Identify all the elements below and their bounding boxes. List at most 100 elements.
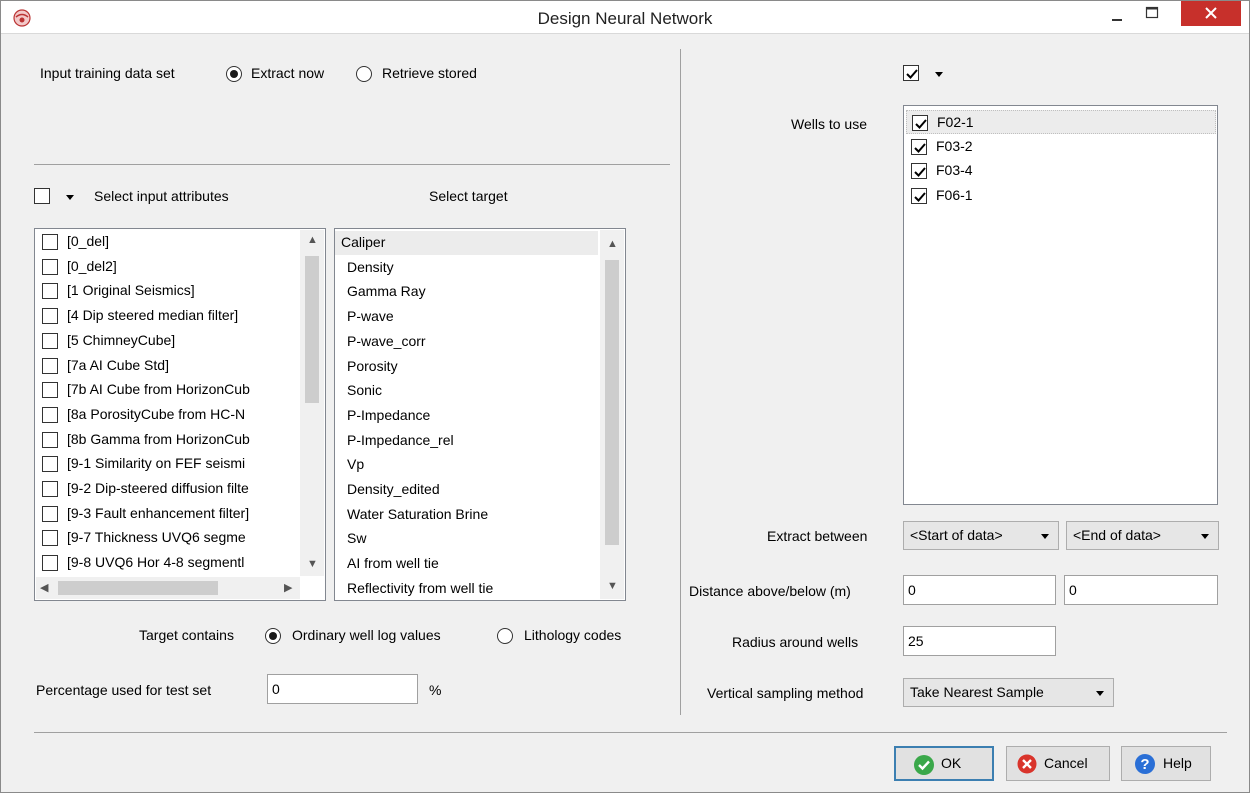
target-list-item[interactable]: Caliper (335, 231, 598, 255)
attribute-checkbox[interactable] (42, 530, 58, 547)
attribute-list-item[interactable]: [9-1 Similarity on FEF seismi (35, 452, 299, 476)
attribute-checkbox[interactable] (42, 456, 58, 473)
attribute-label: [0_del] (67, 233, 110, 249)
attribute-list-item[interactable]: [9-3 Fault enhancement filter] (35, 502, 299, 526)
extract-now-label[interactable]: Extract now (251, 65, 324, 81)
attribute-list-item[interactable]: [5 ChimneyCube] (35, 329, 299, 353)
attribute-list-item[interactable]: [4 Dip steered median filter] (35, 304, 299, 328)
attribute-list-item[interactable]: [8a PorosityCube from HC-N (35, 403, 299, 427)
well-checkbox[interactable] (911, 138, 927, 155)
attribute-checkbox[interactable] (42, 308, 58, 325)
target-list-item[interactable]: P-Impedance (341, 404, 604, 428)
well-list-item[interactable]: F03-2 (906, 135, 1216, 159)
select-menu-caret-icon[interactable] (66, 195, 74, 200)
wells-menu-caret-icon[interactable] (935, 72, 943, 77)
target-list-item[interactable]: P-Impedance_rel (341, 429, 604, 453)
attribute-list-item[interactable]: [9-7 Thickness UVQ6 segme (35, 526, 299, 550)
title-bar[interactable]: Design Neural Network (1, 1, 1249, 34)
attribute-checkbox[interactable] (42, 258, 58, 275)
attributes-vscroll-thumb[interactable] (305, 256, 319, 403)
attribute-checkbox[interactable] (42, 431, 58, 448)
target-list-item[interactable]: Vp (341, 453, 604, 477)
target-list-item[interactable]: Water Saturation Brine (341, 503, 604, 527)
target-contains-label: Target contains (139, 627, 234, 643)
scroll-up-icon[interactable]: ▲ (307, 234, 318, 246)
target-list-item[interactable]: AI from well tie (341, 552, 604, 576)
cancel-button[interactable]: Cancel (1006, 746, 1110, 781)
attribute-list-item[interactable]: [9-8 UVQ6 Hor 4-8 segmentl (35, 551, 299, 575)
scroll-right-icon[interactable]: ▶ (284, 581, 292, 594)
well-list-item[interactable]: F03-4 (906, 159, 1216, 183)
attribute-list-item[interactable]: [7b AI Cube from HorizonCub (35, 378, 299, 402)
lithology-codes-radio[interactable] (497, 628, 513, 644)
target-vertical-scrollbar[interactable]: ▲ ▼ (600, 230, 624, 599)
maximize-icon (1145, 6, 1159, 19)
attribute-list-item[interactable]: [1 Original Seismics] (35, 279, 299, 303)
attribute-checkbox[interactable] (42, 481, 58, 497)
extract-now-radio[interactable] (226, 66, 242, 82)
target-list-item[interactable]: Reflectivity from well tie (341, 577, 604, 600)
radius-label: Radius around wells (732, 634, 859, 650)
help-button[interactable]: ? Help (1121, 746, 1211, 781)
attribute-checkbox[interactable] (42, 332, 58, 349)
well-checkbox[interactable] (911, 163, 927, 179)
target-list-item[interactable]: Sw (341, 527, 604, 551)
distance-above-input[interactable] (903, 575, 1056, 605)
minimize-button[interactable] (1101, 7, 1133, 33)
ok-button[interactable]: OK (894, 746, 994, 781)
attributes-list[interactable]: [0_del] [0_del2] [1 Original Seismics] [4 D… (34, 228, 326, 601)
attributes-horizontal-scrollbar[interactable]: ◀ ▶ (36, 577, 300, 599)
ordinary-log-values-radio[interactable] (265, 628, 281, 644)
attribute-checkbox[interactable] (42, 283, 58, 300)
target-list-item[interactable]: Porosity (341, 355, 604, 379)
target-list-item[interactable]: Density (341, 256, 604, 280)
target-label: Reflectivity from well tie (347, 579, 494, 596)
attribute-checkbox[interactable] (42, 406, 58, 423)
attribute-list-item[interactable]: [8b Gamma from HorizonCub (35, 428, 299, 452)
attribute-list-item[interactable]: [9-2 Dip-steered diffusion filte (35, 477, 299, 501)
attribute-checkbox[interactable] (42, 357, 58, 374)
attribute-list-item[interactable]: [0_del] (35, 230, 299, 254)
distance-below-input[interactable] (1064, 575, 1218, 605)
vertical-sampling-dropdown[interactable]: Take Nearest Sample (903, 678, 1114, 707)
target-list-item[interactable]: Density_edited (341, 478, 604, 502)
target-list[interactable]: Caliper Density Gamma Ray P-wave P-wave_corr… (334, 228, 626, 601)
target-list-item[interactable]: P-wave_corr (341, 330, 604, 354)
well-list-item[interactable]: F02-1 (906, 110, 1216, 134)
extract-start-dropdown[interactable]: <Start of data> (903, 521, 1059, 550)
target-list-item[interactable]: Gamma Ray (341, 280, 604, 304)
attributes-vertical-scrollbar[interactable]: ▲ ▼ (300, 230, 324, 576)
attributes-hscroll-thumb[interactable] (58, 581, 218, 595)
attribute-list-item[interactable]: [0_del2] (35, 255, 299, 279)
extract-end-dropdown[interactable]: <End of data> (1066, 521, 1219, 550)
well-checkbox[interactable] (912, 115, 928, 131)
scroll-left-icon[interactable]: ◀ (40, 581, 48, 594)
target-header: Select target (429, 188, 508, 204)
well-list-item[interactable]: F06-1 (906, 184, 1216, 208)
attribute-checkbox[interactable] (42, 555, 58, 572)
target-list-item[interactable]: Sonic (341, 379, 604, 403)
wells-list[interactable]: F02-1 F03-2 F03-4 F06-1 (903, 105, 1218, 505)
wells-select-all-checkbox[interactable] (903, 65, 919, 81)
close-button[interactable] (1181, 1, 1241, 26)
scroll-up-icon[interactable]: ▲ (607, 238, 618, 250)
target-label: Sw (347, 530, 367, 547)
attribute-list-item[interactable]: [7a AI Cube Std] (35, 354, 299, 378)
well-checkbox[interactable] (911, 187, 927, 204)
scroll-down-icon[interactable]: ▼ (307, 558, 318, 570)
retrieve-stored-radio[interactable] (356, 66, 372, 82)
maximize-button[interactable] (1136, 3, 1168, 29)
retrieve-stored-label[interactable]: Retrieve stored (382, 65, 477, 81)
attribute-checkbox[interactable] (42, 505, 58, 522)
select-all-attributes-checkbox[interactable] (34, 188, 50, 204)
target-vscroll-thumb[interactable] (605, 260, 619, 545)
radius-input[interactable] (903, 626, 1056, 656)
attribute-checkbox[interactable] (42, 382, 58, 399)
attribute-label: [4 Dip steered median filter] (67, 307, 239, 324)
attribute-checkbox[interactable] (42, 234, 58, 250)
scroll-down-icon[interactable]: ▼ (607, 580, 618, 592)
test-set-percentage-input[interactable] (267, 674, 418, 704)
target-list-item[interactable]: P-wave (341, 305, 604, 329)
ordinary-log-values-label[interactable]: Ordinary well log values (292, 627, 441, 643)
lithology-codes-label[interactable]: Lithology codes (524, 627, 621, 643)
